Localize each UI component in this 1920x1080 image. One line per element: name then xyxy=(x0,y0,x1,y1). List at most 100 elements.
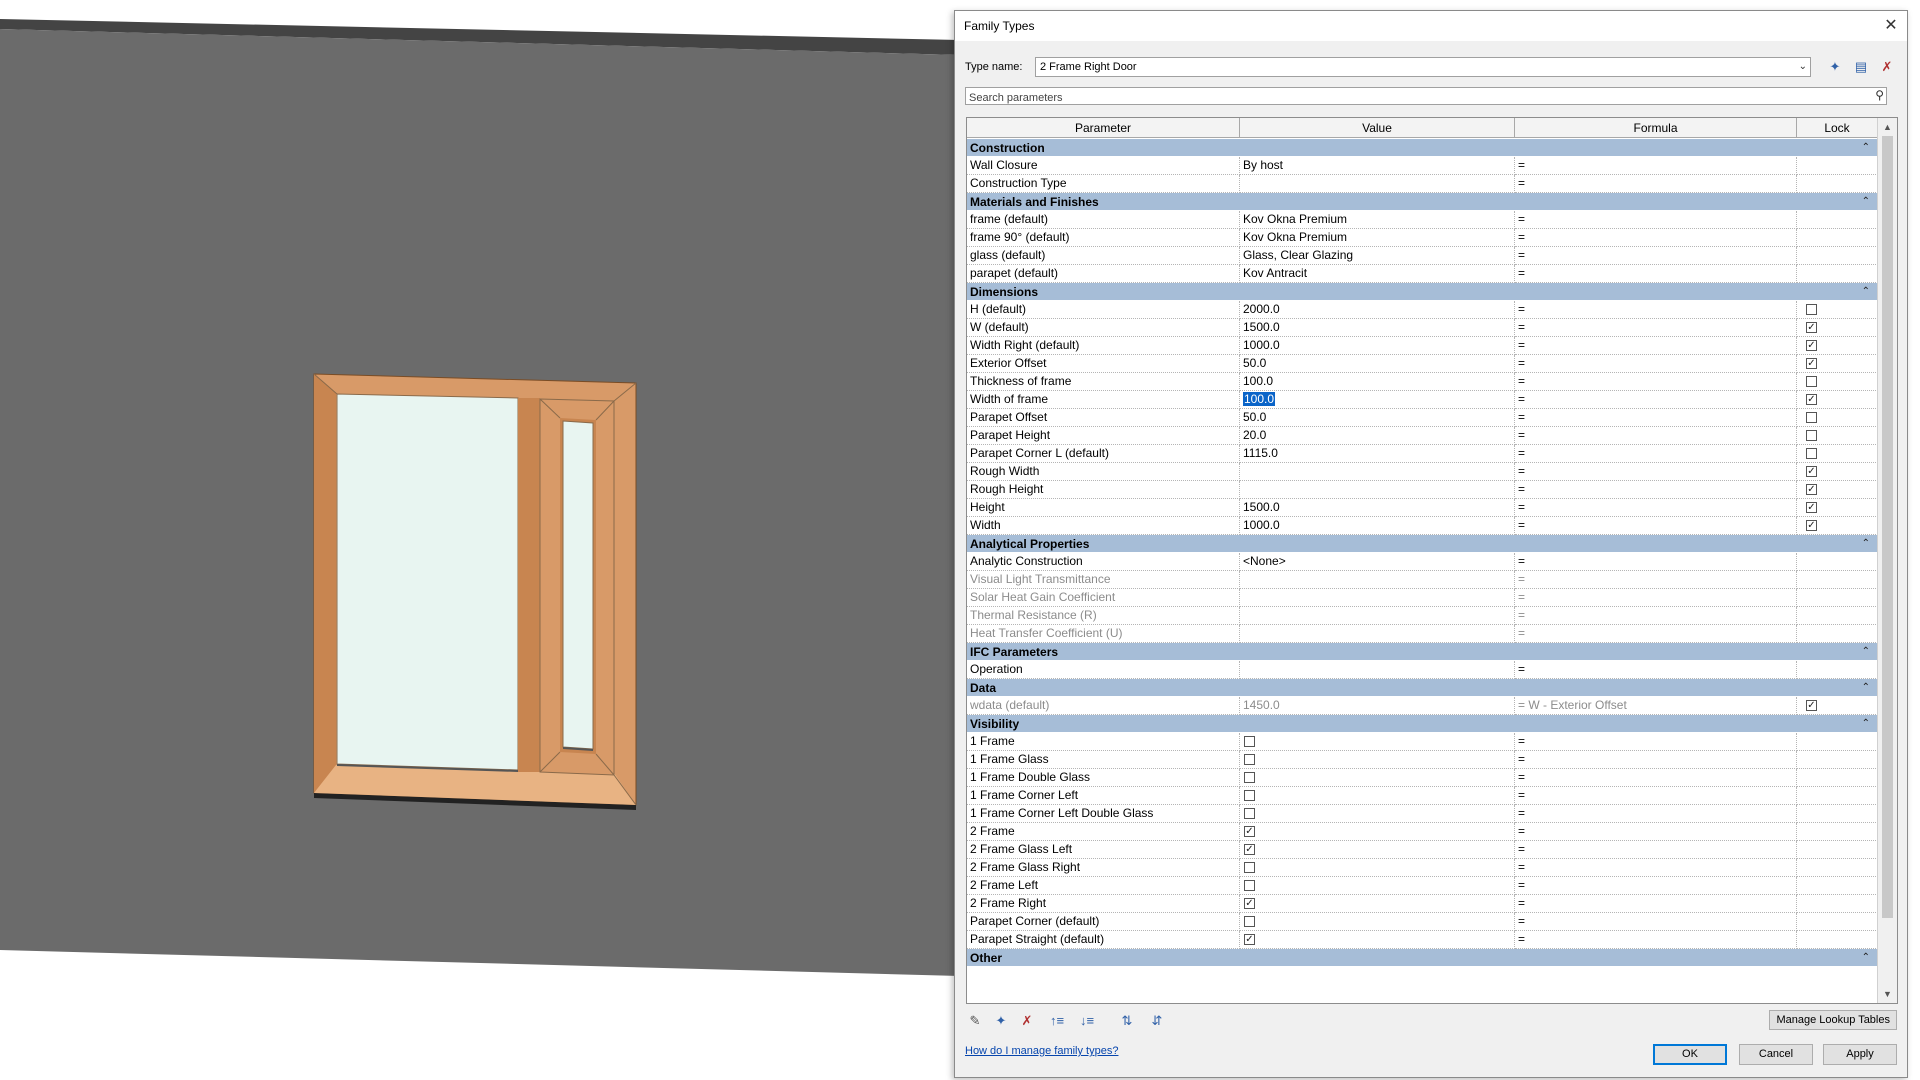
param-name-cell[interactable]: 1 Frame Glass xyxy=(967,751,1240,769)
param-name-cell[interactable]: Parapet Height xyxy=(967,427,1240,445)
param-lock-cell[interactable] xyxy=(1797,373,1878,391)
param-name-cell[interactable]: frame 90° (default) xyxy=(967,229,1240,247)
group-header[interactable]: Analytical Properties ⌃ xyxy=(967,535,1878,553)
param-value-cell[interactable] xyxy=(1240,571,1515,589)
scroll-down-icon[interactable]: ▼ xyxy=(1878,985,1897,1003)
param-value-cell[interactable]: By host xyxy=(1240,157,1515,175)
param-name-cell[interactable]: 1 Frame Corner Left xyxy=(967,787,1240,805)
param-name-cell[interactable]: 2 Frame Glass Left xyxy=(967,841,1240,859)
param-formula-cell[interactable]: = xyxy=(1515,499,1797,517)
delete-parameter-icon[interactable]: ✗ xyxy=(1017,1011,1037,1031)
param-formula-cell[interactable]: = xyxy=(1515,355,1797,373)
param-formula-cell[interactable]: = xyxy=(1515,445,1797,463)
ok-button[interactable]: OK xyxy=(1653,1044,1727,1065)
table-row[interactable]: Width Right (default) 1000.0 = ✓ xyxy=(967,337,1878,355)
param-value-cell[interactable]: 100.0 xyxy=(1240,373,1515,391)
param-name-cell[interactable]: wdata (default) xyxy=(967,697,1240,715)
table-row[interactable]: Analytic Construction <None> = xyxy=(967,553,1878,571)
chevron-up-double-icon[interactable]: ⌃ xyxy=(1862,679,1870,697)
param-value-cell[interactable]: Kov Okna Premium xyxy=(1240,229,1515,247)
chevron-up-double-icon[interactable]: ⌃ xyxy=(1862,193,1870,211)
table-row[interactable]: Width 1000.0 = ✓ xyxy=(967,517,1878,535)
param-name-cell[interactable]: Width xyxy=(967,517,1240,535)
param-formula-cell[interactable]: = xyxy=(1515,895,1797,913)
param-lock-cell[interactable] xyxy=(1797,625,1878,643)
table-row[interactable]: 1 Frame Double Glass = xyxy=(967,769,1878,787)
param-formula-cell[interactable]: = xyxy=(1515,841,1797,859)
param-formula-cell[interactable]: = xyxy=(1515,877,1797,895)
param-lock-cell[interactable]: ✓ xyxy=(1797,337,1878,355)
param-lock-cell[interactable] xyxy=(1797,913,1878,931)
param-lock-cell[interactable] xyxy=(1797,445,1878,463)
new-parameter-icon[interactable]: ✦ xyxy=(991,1011,1011,1031)
table-row[interactable]: frame 90° (default) Kov Okna Premium = xyxy=(967,229,1878,247)
param-value-cell[interactable]: ✓ xyxy=(1240,841,1515,859)
table-row[interactable]: 1 Frame Corner Left = xyxy=(967,787,1878,805)
param-lock-cell[interactable]: ✓ xyxy=(1797,499,1878,517)
param-name-cell[interactable]: Parapet Corner L (default) xyxy=(967,445,1240,463)
param-lock-cell[interactable] xyxy=(1797,211,1878,229)
param-name-cell[interactable]: 1 Frame xyxy=(967,733,1240,751)
table-row[interactable]: 1 Frame = xyxy=(967,733,1878,751)
param-lock-cell[interactable]: ✓ xyxy=(1797,391,1878,409)
lock-checkbox-checked[interactable]: ✓ xyxy=(1806,520,1817,531)
lock-checkbox-checked[interactable]: ✓ xyxy=(1806,700,1817,711)
param-name-cell[interactable]: frame (default) xyxy=(967,211,1240,229)
param-name-cell[interactable]: Wall Closure xyxy=(967,157,1240,175)
help-link[interactable]: How do I manage family types? xyxy=(965,1045,1118,1057)
param-value-cell[interactable]: 1500.0 xyxy=(1240,499,1515,517)
table-row[interactable]: Thermal Resistance (R) = xyxy=(967,607,1878,625)
param-formula-cell[interactable]: = xyxy=(1515,517,1797,535)
table-row[interactable]: Parapet Corner L (default) 1115.0 = xyxy=(967,445,1878,463)
param-formula-cell[interactable]: = xyxy=(1515,319,1797,337)
param-name-cell[interactable]: Width Right (default) xyxy=(967,337,1240,355)
param-formula-cell[interactable]: = xyxy=(1515,931,1797,949)
close-button[interactable]: ✕ xyxy=(1879,14,1903,38)
value-checkbox[interactable] xyxy=(1244,790,1255,801)
lock-checkbox[interactable] xyxy=(1806,412,1817,423)
param-formula-cell[interactable]: = xyxy=(1515,769,1797,787)
chevron-up-double-icon[interactable]: ⌃ xyxy=(1862,643,1870,661)
param-formula-cell[interactable]: = xyxy=(1515,481,1797,499)
value-checkbox[interactable] xyxy=(1244,808,1255,819)
lock-checkbox-checked[interactable]: ✓ xyxy=(1806,466,1817,477)
param-formula-cell[interactable]: = xyxy=(1515,391,1797,409)
param-lock-cell[interactable] xyxy=(1797,175,1878,193)
new-type-icon[interactable]: ✦ xyxy=(1825,57,1845,77)
param-name-cell[interactable]: Visual Light Transmittance xyxy=(967,571,1240,589)
lock-checkbox-checked[interactable]: ✓ xyxy=(1806,484,1817,495)
window-model[interactable] xyxy=(313,373,637,810)
param-formula-cell[interactable]: = xyxy=(1515,301,1797,319)
param-formula-cell[interactable]: = xyxy=(1515,157,1797,175)
param-name-cell[interactable]: Rough Height xyxy=(967,481,1240,499)
param-name-cell[interactable]: Parapet Straight (default) xyxy=(967,931,1240,949)
param-value-cell[interactable]: 1115.0 xyxy=(1240,445,1515,463)
table-row[interactable]: glass (default) Glass, Clear Glazing = xyxy=(967,247,1878,265)
param-lock-cell[interactable] xyxy=(1797,301,1878,319)
value-checkbox[interactable] xyxy=(1244,916,1255,927)
param-formula-cell[interactable]: = xyxy=(1515,661,1797,679)
param-lock-cell[interactable] xyxy=(1797,247,1878,265)
param-formula-cell[interactable]: = xyxy=(1515,733,1797,751)
param-formula-cell[interactable]: = xyxy=(1515,463,1797,481)
param-lock-cell[interactable] xyxy=(1797,751,1878,769)
param-value-cell[interactable]: 1500.0 xyxy=(1240,319,1515,337)
param-formula-cell[interactable]: = xyxy=(1515,409,1797,427)
group-header[interactable]: Dimensions ⌃ xyxy=(967,283,1878,301)
param-lock-cell[interactable]: ✓ xyxy=(1797,697,1878,715)
table-row[interactable]: 1 Frame Glass = xyxy=(967,751,1878,769)
param-name-cell[interactable]: H (default) xyxy=(967,301,1240,319)
param-lock-cell[interactable] xyxy=(1797,787,1878,805)
param-name-cell[interactable]: 1 Frame Double Glass xyxy=(967,769,1240,787)
table-row[interactable]: 2 Frame Glass Right = xyxy=(967,859,1878,877)
param-lock-cell[interactable]: ✓ xyxy=(1797,319,1878,337)
value-checkbox[interactable] xyxy=(1244,880,1255,891)
param-name-cell[interactable]: Operation xyxy=(967,661,1240,679)
table-row[interactable]: 2 Frame Right ✓ = xyxy=(967,895,1878,913)
param-lock-cell[interactable] xyxy=(1797,877,1878,895)
chevron-up-double-icon[interactable]: ⌃ xyxy=(1862,949,1870,967)
param-formula-cell[interactable]: = xyxy=(1515,805,1797,823)
param-name-cell[interactable]: Width of frame xyxy=(967,391,1240,409)
lock-checkbox-checked[interactable]: ✓ xyxy=(1806,322,1817,333)
param-value-cell[interactable]: Kov Antracit xyxy=(1240,265,1515,283)
